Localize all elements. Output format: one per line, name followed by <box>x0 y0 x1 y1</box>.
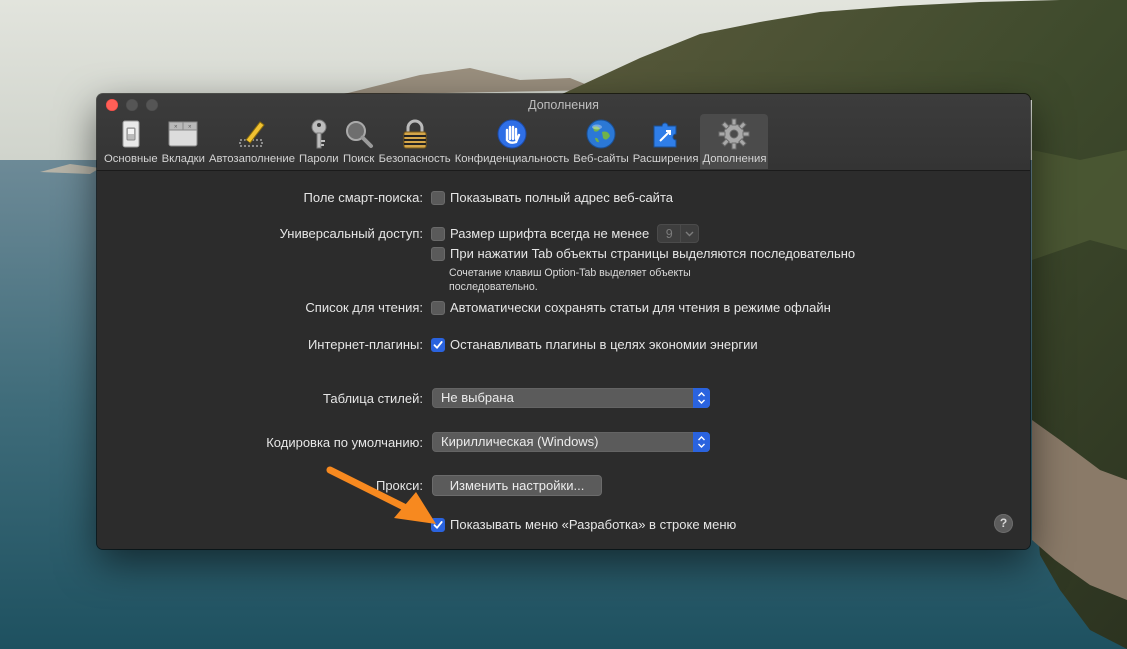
tab-label: Безопасность <box>378 153 451 165</box>
tab-general[interactable]: Основные <box>102 114 160 169</box>
tab-label: Дополнения <box>702 153 767 165</box>
reading-list-label: Список для чтения: <box>305 300 423 315</box>
stylesheet-label: Таблица стилей: <box>323 391 423 406</box>
encoding-select[interactable]: Кириллическая (Windows) <box>432 432 710 452</box>
tab-note: Сочетание клавиш Option-Tab выделяет объ… <box>449 267 691 293</box>
preferences-tabs: Основные × × Вкладки Автозаполнение Паро… <box>102 114 769 169</box>
tabs-icon: × × <box>167 118 199 150</box>
key-icon <box>303 118 335 150</box>
checkmark-icon <box>433 340 443 349</box>
padlock-icon <box>399 118 431 150</box>
show-develop-menu-checkbox[interactable] <box>431 517 445 532</box>
window-title: Дополнения <box>528 98 599 112</box>
change-settings-button[interactable]: Изменить настройки... <box>432 475 602 496</box>
encoding-value: Кириллическая (Windows) <box>441 434 599 449</box>
svg-text:×: × <box>188 125 192 131</box>
toolbar: Дополнения Основные × × Вкладки Автозапо… <box>97 94 1030 171</box>
option-text: Автоматически сохранять статьи для чтени… <box>450 300 831 315</box>
checkmark-icon <box>433 520 443 529</box>
show-full-address-checkbox[interactable] <box>431 190 445 205</box>
chevron-down-icon <box>680 225 698 242</box>
tab-tabs[interactable]: × × Вкладки <box>160 114 207 169</box>
stylesheet-select[interactable]: Не выбрана <box>432 388 710 408</box>
advanced-pane: Поле смарт-поиска: Показывать полный адр… <box>97 171 1030 549</box>
updown-arrows-icon <box>693 388 710 408</box>
stop-plugins-option[interactable]: Останавливать плагины в целях экономии э… <box>431 337 758 352</box>
option-text: При нажатии Tab объекты страницы выделяю… <box>450 246 856 261</box>
tab-autofill[interactable]: Автозаполнение <box>207 114 297 169</box>
option-text: Останавливать плагины в целях экономии э… <box>450 337 758 352</box>
minimum-font-option[interactable]: Размер шрифта всегда не менее 9 <box>431 224 700 243</box>
option-text: Показывать полный адрес веб-сайта <box>450 190 673 205</box>
hand-icon <box>496 118 528 150</box>
preferences-window: Дополнения Основные × × Вкладки Автозапо… <box>97 94 1030 549</box>
tab-passwords[interactable]: Пароли <box>297 114 341 169</box>
tab-highlight-option[interactable]: При нажатии Tab объекты страницы выделяю… <box>431 246 855 261</box>
accessibility-label: Универсальный доступ: <box>279 226 423 241</box>
option-text: Показывать меню «Разработка» в строке ме… <box>450 517 737 532</box>
show-full-address-option[interactable]: Показывать полный адрес веб-сайта <box>431 190 673 205</box>
tab-highlight-checkbox[interactable] <box>431 246 445 261</box>
offline-reading-checkbox[interactable] <box>431 300 445 315</box>
tab-label: Пароли <box>299 153 339 165</box>
font-size-value: 9 <box>665 226 673 241</box>
switch-icon <box>115 118 147 150</box>
magnifier-icon <box>343 118 375 150</box>
globe-icon <box>585 118 617 150</box>
tab-security[interactable]: Безопасность <box>377 114 453 169</box>
tab-extensions[interactable]: Расширения <box>631 114 701 169</box>
smart-search-label: Поле смарт-поиска: <box>303 190 423 205</box>
show-develop-menu-option[interactable]: Показывать меню «Разработка» в строке ме… <box>431 517 736 532</box>
tab-label: Поиск <box>342 153 375 165</box>
pencil-icon <box>236 118 268 150</box>
proxies-label: Прокси: <box>375 478 423 493</box>
gear-icon <box>718 118 750 150</box>
help-button[interactable]: ? <box>994 514 1013 533</box>
tab-label: Веб-сайты <box>573 153 629 165</box>
tab-label: Автозаполнение <box>208 153 295 165</box>
stylesheet-value: Не выбрана <box>441 390 514 405</box>
encoding-label: Кодировка по умолчанию: <box>266 435 423 450</box>
minimum-font-checkbox[interactable] <box>431 226 445 241</box>
stop-plugins-checkbox[interactable] <box>431 337 445 352</box>
offline-reading-option[interactable]: Автоматически сохранять статьи для чтени… <box>431 300 831 315</box>
tab-label: Вкладки <box>161 153 205 165</box>
puzzle-icon <box>650 118 682 150</box>
tab-search[interactable]: Поиск <box>341 114 377 169</box>
tab-advanced[interactable]: Дополнения <box>700 114 769 169</box>
tab-websites[interactable]: Веб-сайты <box>571 114 630 169</box>
tab-label: Основные <box>104 153 158 165</box>
tab-privacy[interactable]: Конфиденциальность <box>453 114 572 169</box>
plugins-label: Интернет-плагины: <box>307 337 423 352</box>
tab-label: Расширения <box>632 153 699 165</box>
svg-text:×: × <box>174 125 178 131</box>
tab-label: Конфиденциальность <box>454 153 570 165</box>
option-text: Размер шрифта всегда не менее <box>450 226 650 241</box>
updown-arrows-icon <box>693 432 710 452</box>
font-size-select[interactable]: 9 <box>657 224 700 243</box>
